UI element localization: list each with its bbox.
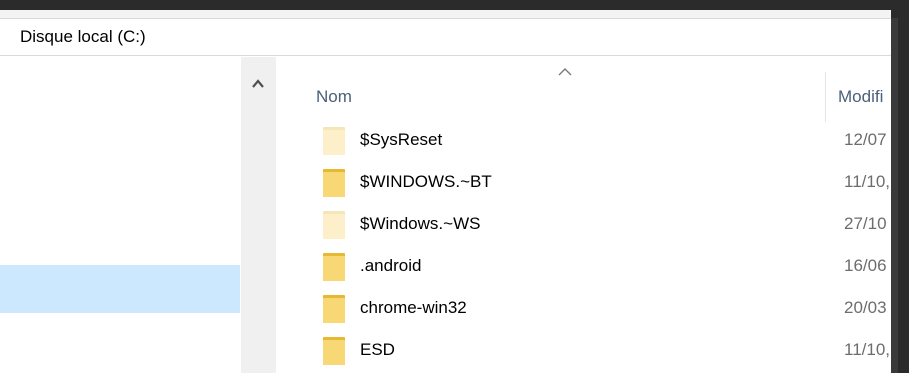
file-name: .android [360,256,422,275]
screen-frame: Disque local (C:) Nom Modifi $SysReset 1… [0,0,909,373]
file-date: 11/10, [844,340,891,359]
address-path[interactable]: Disque local (C:) [20,27,146,47]
file-name: $WINDOWS.~BT [360,172,492,191]
folder-icon [323,127,345,155]
address-bar[interactable]: Disque local (C:) [0,18,891,56]
folder-icon [323,295,345,323]
column-divider[interactable] [825,72,826,122]
folder-icon [323,337,345,365]
file-list: Nom Modifi $SysReset 12/07 $WINDOWS.~BT … [277,57,891,373]
file-row[interactable]: $SysReset 12/07 [317,122,891,164]
file-explorer-window: Disque local (C:) Nom Modifi $SysReset 1… [0,0,891,373]
file-date: 11/10, [844,172,891,191]
column-header-name[interactable]: Nom [316,87,352,107]
file-name: ESD [360,340,395,359]
file-date: 12/07 [844,130,887,149]
navigation-scrollbar[interactable] [241,57,276,373]
ribbon-edge [0,10,891,18]
file-date: 20/03 [844,298,887,317]
folder-icon [323,211,345,239]
navigation-pane[interactable] [0,57,240,373]
file-row[interactable]: chrome-win32 20/03 [317,290,891,332]
file-name: $SysReset [360,130,443,149]
nav-selected-item[interactable] [0,265,240,313]
file-date: 27/10 [844,214,887,233]
column-header-modified[interactable]: Modifi [838,87,883,107]
file-row[interactable]: ESD 11/10, [317,332,891,373]
file-date: 16/06 [844,256,887,275]
file-name: $Windows.~WS [360,214,481,233]
sort-ascending-icon [558,68,572,76]
file-row[interactable]: .android 16/06 [317,248,891,290]
chevron-up-icon[interactable] [250,77,266,91]
file-name: chrome-win32 [360,298,467,317]
file-row[interactable]: $Windows.~WS 27/10 [317,206,891,248]
file-row[interactable]: $WINDOWS.~BT 11/10, [317,164,891,206]
folder-icon [323,253,345,281]
window-edge-right [891,0,909,373]
folder-icon [323,169,345,197]
